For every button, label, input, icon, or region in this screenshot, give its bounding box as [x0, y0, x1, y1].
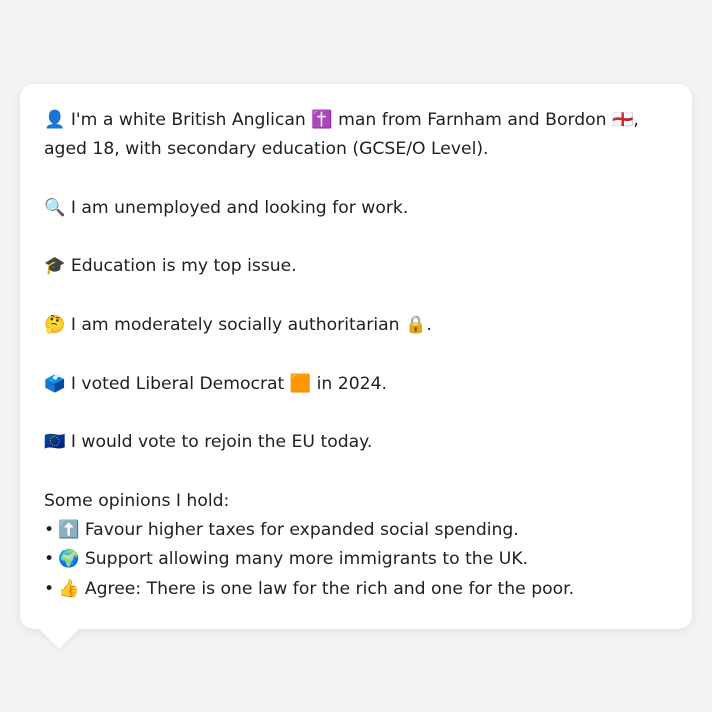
bubble-tail	[38, 628, 80, 649]
top-issue-line: 🎓 Education is my top issue.	[44, 256, 297, 277]
opinion-text: 👍 Agree: There is one law for the rich a…	[58, 578, 575, 599]
social-view-line: 🤔 I am moderately socially authoritarian…	[44, 315, 432, 336]
bullet: •	[44, 520, 55, 541]
identity-line: 👤 I'm a white British Anglican ✝️ man fr…	[44, 110, 639, 160]
persona-message-bubble: 👤 I'm a white British Anglican ✝️ man fr…	[20, 84, 692, 629]
opinion-item: • 👍 Agree: There is one law for the rich …	[44, 575, 668, 604]
bullet: •	[44, 578, 55, 599]
eu-view-line: 🇪🇺 I would vote to rejoin the EU today.	[44, 432, 373, 453]
opinion-item: • ⬆️ Favour higher taxes for expanded soc…	[44, 516, 668, 545]
opinion-text: ⬆️ Favour higher taxes for expanded soci…	[58, 520, 519, 541]
opinion-item: • 🌍 Support allowing many more immigrants…	[44, 545, 668, 574]
employment-line: 🔍 I am unemployed and looking for work.	[44, 197, 409, 218]
vote-2024-line: 🗳️ I voted Liberal Democrat 🟧 in 2024.	[44, 373, 387, 394]
opinion-text: 🌍 Support allowing many more immigrants …	[58, 549, 529, 570]
opinions-heading: Some opinions I hold:	[44, 490, 230, 511]
bullet: •	[44, 549, 55, 570]
